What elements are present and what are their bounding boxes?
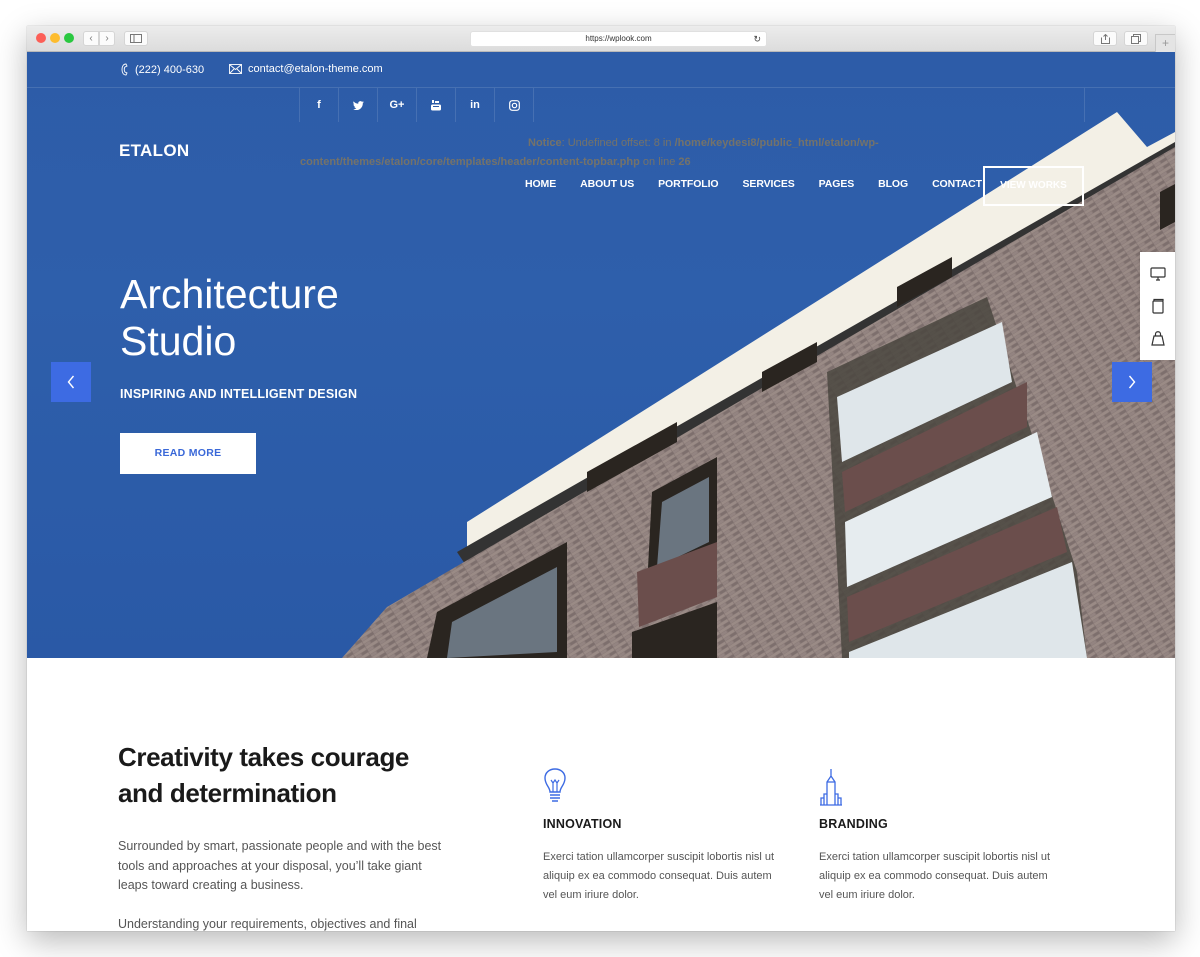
phone-number: (222) 400-630 — [135, 63, 205, 76]
youtube-link[interactable] — [417, 88, 456, 122]
divider — [1084, 88, 1085, 122]
facebook-icon: f — [317, 99, 321, 111]
nav-blog[interactable]: BLOG — [878, 178, 908, 190]
url-text: https://wplook.com — [585, 34, 652, 43]
close-window-button[interactable] — [36, 33, 46, 43]
skyscraper-icon — [820, 769, 842, 806]
nav-about-us[interactable]: ABOUT US — [580, 178, 634, 190]
feature-description: Exerci tation ullamcorper suscipit lobor… — [543, 851, 775, 901]
nav-services[interactable]: SERVICES — [743, 178, 795, 190]
forward-button[interactable]: › — [99, 31, 115, 46]
chevron-right-icon — [1128, 375, 1136, 389]
view-works-button[interactable]: VIEW WORKS — [983, 166, 1084, 206]
browser-toolbar: ‹ › https://wplook.com ↻ + — [27, 26, 1175, 52]
php-notice-message: Notice: Undefined offset: 8 in /home/key… — [300, 134, 920, 172]
twitter-link[interactable] — [339, 88, 378, 122]
instagram-icon — [508, 99, 520, 111]
next-slide-button[interactable] — [1112, 362, 1152, 402]
intro-paragraph-2: Understanding your requirements, objecti… — [118, 917, 417, 931]
purchase-button[interactable] — [1148, 328, 1168, 348]
floating-side-panel — [1140, 252, 1175, 360]
reload-icon[interactable]: ↻ — [753, 32, 761, 46]
browser-window: ‹ › https://wplook.com ↻ + (222) 400-630… — [27, 26, 1175, 931]
feature-title: BRANDING — [819, 817, 888, 831]
share-icon — [1100, 34, 1110, 44]
google-plus-link[interactable]: G+ — [378, 88, 417, 122]
tabs-icon — [1131, 34, 1141, 44]
instagram-link[interactable] — [495, 88, 534, 122]
nav-contact[interactable]: CONTACT — [932, 178, 982, 190]
lightbulb-icon — [544, 768, 566, 802]
feature-description: Exerci tation ullamcorper suscipit lobor… — [819, 851, 1051, 901]
notice-path-part2: content/themes/etalon/core/templates/hea… — [300, 156, 640, 168]
new-tab-button[interactable]: + — [1155, 34, 1175, 52]
chevron-right-icon: › — [105, 33, 109, 44]
email-contact[interactable]: contact@etalon-theme.com — [229, 63, 383, 75]
feature-title: INNOVATION — [543, 817, 622, 831]
intro-paragraph: Surrounded by smart, passionate people a… — [118, 839, 442, 892]
phone-contact[interactable]: (222) 400-630 — [120, 63, 204, 76]
monitor-icon — [1149, 267, 1166, 281]
notice-line-text: on line — [639, 156, 679, 168]
hero-slider: (222) 400-630 contact@etalon-theme.com f… — [27, 52, 1175, 658]
demos-button[interactable] — [1148, 264, 1168, 284]
nav-pages[interactable]: PAGES — [819, 178, 855, 190]
address-bar[interactable]: https://wplook.com ↻ — [470, 31, 767, 47]
main-navigation: HOME ABOUT US PORTFOLIO SERVICES PAGES B… — [525, 178, 1006, 190]
show-tabs-button[interactable] — [1124, 31, 1148, 46]
sidebar-icon — [130, 34, 142, 43]
youtube-icon — [431, 99, 441, 111]
sidebar-toggle-button[interactable] — [124, 31, 148, 46]
topbar: (222) 400-630 contact@etalon-theme.com — [27, 52, 1175, 88]
linkedin-icon: in — [470, 99, 480, 111]
hero-title-line1: Architecture — [120, 271, 339, 317]
linkedin-link[interactable]: in — [456, 88, 495, 122]
notice-path-part1: /home/keydesi8/public_html/etalon/wp- — [674, 137, 879, 149]
facebook-link[interactable]: f — [300, 88, 339, 122]
section-headline: Creativity takes courage and determinati… — [118, 739, 409, 811]
social-links: f G+ in — [299, 88, 534, 122]
nav-home[interactable]: HOME — [525, 178, 556, 190]
feature-branding: BRANDING Exerci tation ullamcorper susci… — [819, 768, 1059, 905]
back-button[interactable]: ‹ — [83, 31, 99, 46]
email-address: contact@etalon-theme.com — [248, 63, 383, 75]
intro-section: Creativity takes courage and determinati… — [27, 658, 1175, 931]
read-more-button[interactable]: READ MORE — [120, 433, 256, 474]
headline-line2: and determination — [118, 778, 337, 808]
phone-icon — [121, 63, 128, 76]
hero-subtitle: INSPIRING AND INTELLIGENT DESIGN — [120, 387, 358, 401]
hero-title: Architecture Studio — [120, 271, 339, 365]
envelope-icon — [229, 64, 242, 74]
share-button[interactable] — [1093, 31, 1117, 46]
hero-title-line2: Studio — [120, 318, 237, 364]
maximize-window-button[interactable] — [64, 33, 74, 43]
google-plus-icon: G+ — [389, 99, 405, 111]
twitter-icon — [352, 100, 364, 110]
chevron-left-icon: ‹ — [89, 33, 93, 44]
notice-label: Notice — [528, 137, 562, 149]
book-icon — [1151, 298, 1164, 314]
site-logo[interactable]: ETALON — [119, 141, 189, 161]
feature-innovation: INNOVATION Exerci tation ullamcorper sus… — [543, 768, 783, 905]
headline-line1: Creativity takes courage — [118, 742, 409, 772]
chevron-left-icon — [67, 375, 75, 389]
documentation-button[interactable] — [1148, 296, 1168, 316]
minimize-window-button[interactable] — [50, 33, 60, 43]
notice-message: : Undefined offset: 8 in — [561, 137, 675, 149]
notice-line-number: 26 — [678, 156, 691, 168]
shopping-bag-icon — [1150, 331, 1165, 346]
nav-portfolio[interactable]: PORTFOLIO — [658, 178, 718, 190]
previous-slide-button[interactable] — [51, 362, 91, 402]
